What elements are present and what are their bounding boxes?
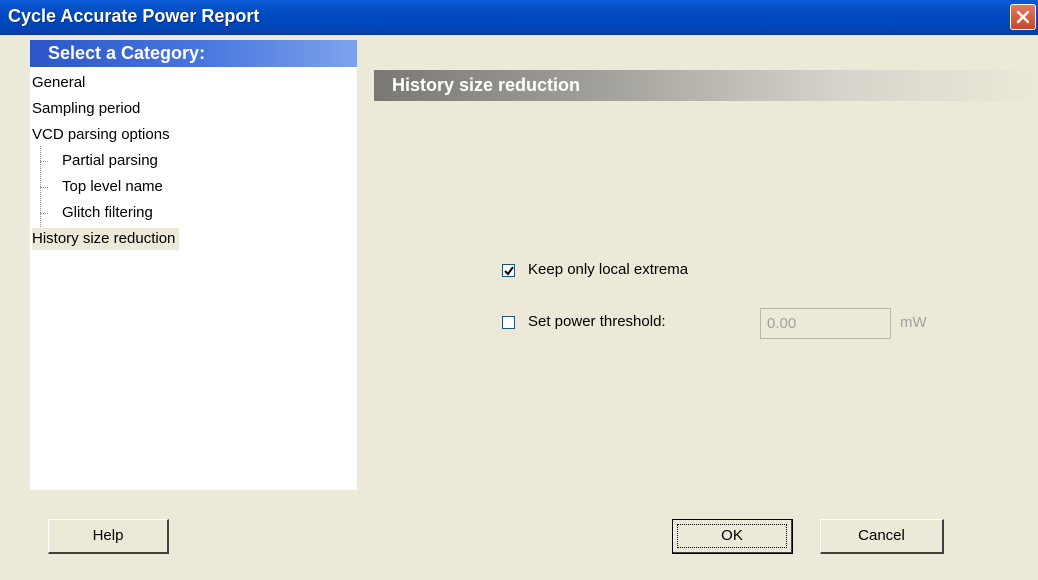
window-title: Cycle Accurate Power Report — [8, 6, 260, 26]
keep-local-extrema-label[interactable]: Keep only local extrema — [528, 261, 688, 278]
category-header-label: Select a Category: — [48, 43, 206, 63]
section-title: History size reduction — [392, 75, 581, 95]
category-item-glitch-filtering[interactable]: Glitch filtering — [62, 202, 153, 224]
category-item-top-level-name[interactable]: Top level name — [62, 176, 163, 198]
category-item-history-size-reduction[interactable]: History size reduction — [32, 228, 180, 250]
cancel-button[interactable]: Cancel — [820, 519, 944, 554]
close-button[interactable] — [1010, 4, 1036, 30]
help-button[interactable]: Help — [48, 519, 169, 554]
checkmark-icon — [504, 266, 514, 276]
title-bar[interactable]: Cycle Accurate Power Report — [0, 0, 1038, 35]
category-item-vcd-parsing-options[interactable]: VCD parsing options — [32, 124, 170, 146]
tree-branch — [40, 213, 48, 214]
tree-branch — [40, 161, 48, 162]
category-item-sampling-period[interactable]: Sampling period — [32, 98, 140, 120]
power-threshold-input[interactable]: 0.00 — [760, 308, 891, 339]
power-threshold-checkbox[interactable] — [502, 316, 515, 329]
power-threshold-label[interactable]: Set power threshold: — [528, 313, 666, 330]
keep-local-extrema-checkbox[interactable] — [502, 264, 515, 277]
category-header: Select a Category: — [30, 40, 357, 67]
ok-button[interactable]: OK — [672, 519, 793, 554]
power-unit: mW — [900, 314, 927, 331]
close-icon — [1016, 10, 1030, 24]
section-header: History size reduction — [374, 70, 1038, 101]
ok-button-label: OK — [721, 527, 743, 544]
tree-branch — [40, 187, 48, 188]
category-item-partial-parsing[interactable]: Partial parsing — [62, 150, 158, 172]
category-list[interactable]: General Sampling period VCD parsing opti… — [30, 67, 357, 490]
category-item-general[interactable]: General — [32, 72, 85, 94]
